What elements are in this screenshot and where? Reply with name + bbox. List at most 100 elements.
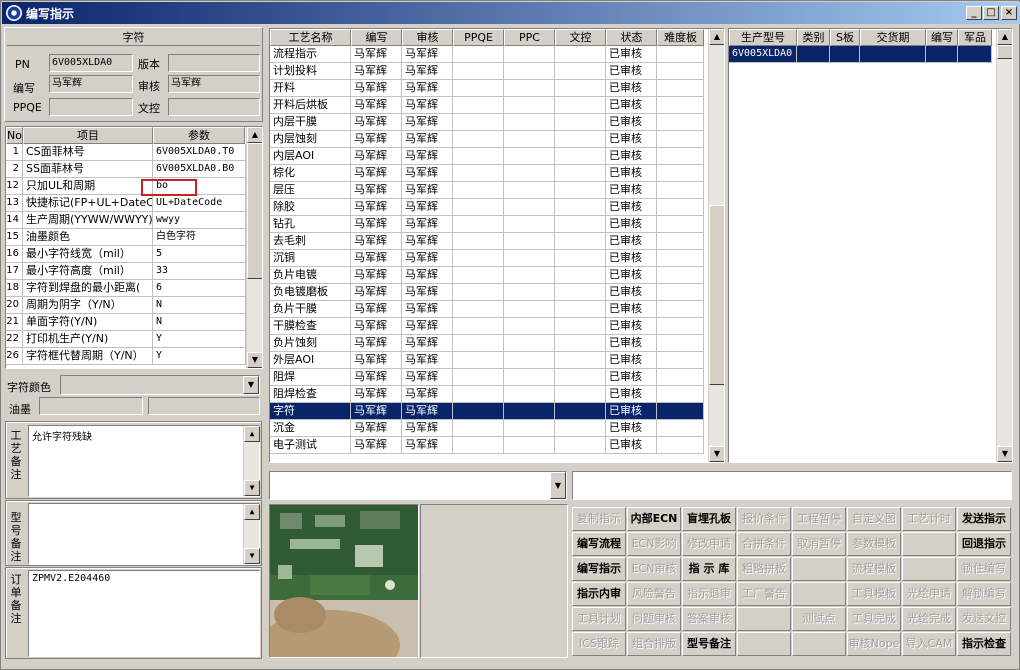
action-button[interactable]: 工具完成 [847,607,901,631]
process-col-header[interactable]: 状态 [606,29,657,46]
scroll-up-icon[interactable]: ▲ [247,127,262,143]
process-row[interactable]: 干膜检查 马军辉 马军辉 已审核 [270,318,704,335]
process-row[interactable]: 除胶 马军辉 马军辉 已审核 [270,199,704,216]
action-button[interactable]: 发送指示 [957,507,1011,531]
action-button[interactable]: 粗略拼板 [737,557,791,581]
action-button[interactable]: 审核Nope [847,632,901,656]
param-col-item[interactable]: 项目 [23,127,153,144]
param-row[interactable]: 14 生产周期(YYWW/WWYY) wwyy [6,212,246,229]
action-button[interactable]: 测试点 [792,607,846,631]
action-button[interactable]: 工具计划 [572,607,626,631]
process-col-header[interactable]: 工艺名称 [270,29,351,46]
process-row[interactable]: 钻孔 马军辉 马军辉 已审核 [270,216,704,233]
process-row[interactable]: 内层干膜 马军辉 马军辉 已审核 [270,114,704,131]
action-button[interactable]: 取消暂停 [792,532,846,556]
scroll-up-icon[interactable]: ▲ [244,426,260,442]
process-col-header[interactable]: PPQE [453,29,504,46]
process-row[interactable]: 层压 马军辉 马军辉 已审核 [270,182,704,199]
scroll-down-icon[interactable]: ▼ [244,480,260,496]
model-col-header[interactable]: 交货期 [860,29,926,46]
action-button[interactable]: 光绘申请 [902,582,956,606]
model-note-scrollbar[interactable]: ▲ ▼ [243,504,260,564]
scroll-up-icon[interactable]: ▲ [997,29,1012,45]
scroll-down-icon[interactable]: ▼ [997,446,1012,462]
model-row[interactable]: 6V005XLDA0 [729,46,992,63]
action-button[interactable]: 指示检查 [957,632,1011,656]
action-button[interactable]: 合拼条件 [737,532,791,556]
action-button[interactable]: 报价条件 [737,507,791,531]
scroll-down-icon[interactable]: ▼ [709,446,724,462]
ink-field-1[interactable] [39,397,143,415]
model-scrollbar[interactable]: ▲ ▼ [996,29,1012,462]
param-row[interactable]: 1 CS面菲林号 6V005XLDA0.T0 [6,144,246,161]
model-note-text[interactable]: ▲ ▼ [28,503,260,565]
model-col-header[interactable]: S板 [830,29,860,46]
param-row[interactable]: 17 最小字符高度（mil） 33 [6,263,246,280]
param-row[interactable]: 12 只加UL和周期 bo [6,178,246,195]
process-scrollbar[interactable]: ▲ ▼ [708,29,724,462]
process-row[interactable]: 计划投料 马军辉 马军辉 已审核 [270,63,704,80]
action-button[interactable]: 解锁编写 [957,582,1011,606]
action-button[interactable]: 回退指示 [957,532,1011,556]
action-button[interactable]: 指示内审 [572,582,626,606]
process-row[interactable]: 开料后烘板 马军辉 马军辉 已审核 [270,97,704,114]
action-button[interactable]: 光绘完成 [902,607,956,631]
action-button[interactable]: 锁住编写 [957,557,1011,581]
doc-control-field[interactable] [168,98,260,116]
action-button[interactable]: ECN审核 [627,557,681,581]
scroll-thumb[interactable] [709,205,724,385]
action-button[interactable]: 自定义图 [847,507,901,531]
process-col-header[interactable]: 难度板 [657,29,704,46]
action-button[interactable]: 内部ECN [627,507,681,531]
param-row[interactable]: 21 单面字符(Y/N) N [6,314,246,331]
action-button[interactable]: 指示退审 [682,582,736,606]
process-row[interactable]: 去毛刺 马军辉 马军辉 已审核 [270,233,704,250]
param-col-no[interactable]: No [6,127,23,144]
action-button[interactable]: 型号备注 [682,632,736,656]
scroll-down-icon[interactable]: ▼ [244,548,260,564]
process-note-scrollbar[interactable]: ▲ ▼ [243,426,260,496]
action-button[interactable]: ECN影响 [627,532,681,556]
param-scrollbar[interactable]: ▲ ▼ [246,127,262,368]
action-button[interactable]: ICS跟踪 [572,632,626,656]
process-row[interactable]: 开料 马军辉 马军辉 已审核 [270,80,704,97]
process-row[interactable]: 字符 马军辉 马军辉 已审核 [270,403,704,420]
process-row[interactable]: 内层蚀刻 马军辉 马军辉 已审核 [270,131,704,148]
action-button[interactable]: 工艺计时 [902,507,956,531]
model-col-header[interactable]: 军品 [958,29,992,46]
action-button[interactable]: 组合排版 [627,632,681,656]
search-input[interactable] [572,471,1012,500]
scroll-thumb[interactable] [247,143,262,279]
process-note-text[interactable]: 允许字符残缺 ▲ ▼ [28,425,260,497]
process-row[interactable]: 负电镀磨板 马军辉 马军辉 已审核 [270,284,704,301]
process-row[interactable]: 沉金 马军辉 马军辉 已审核 [270,420,704,437]
process-row[interactable]: 阻焊 马军辉 马军辉 已审核 [270,369,704,386]
param-row[interactable]: 2 SS面菲林号 6V005XLDA0.B0 [6,161,246,178]
char-color-select[interactable]: ▼ [60,375,260,395]
scroll-up-icon[interactable]: ▲ [244,504,260,520]
process-row[interactable]: 负片蚀刻 马军辉 马军辉 已审核 [270,335,704,352]
process-row[interactable]: 外层AOI 马军辉 马军辉 已审核 [270,352,704,369]
action-button[interactable]: 编写流程 [572,532,626,556]
pn-field[interactable]: 6V005XLDA0 [49,54,133,72]
action-button[interactable]: 工厂警告 [737,582,791,606]
process-col-header[interactable]: 审核 [402,29,453,46]
process-row[interactable]: 负片干膜 马军辉 马军辉 已审核 [270,301,704,318]
param-row[interactable]: 15 油墨颜色 白色字符 [6,229,246,246]
maximize-button[interactable]: □ [983,6,999,20]
process-col-header[interactable]: 编写 [351,29,402,46]
param-row[interactable]: 20 周期为阴字（Y/N） N [6,297,246,314]
model-col-header[interactable]: 类别 [797,29,830,46]
process-row[interactable]: 阻焊检查 马军辉 马军辉 已审核 [270,386,704,403]
minimize-button[interactable]: _ [966,6,982,20]
action-button[interactable]: 风险警告 [627,582,681,606]
order-note-text[interactable]: ZPMV2.E204460 [28,570,260,657]
param-row[interactable]: 13 快捷标记(FP+UL+DateCo UL+DateCode [6,195,246,212]
action-button[interactable]: 指 示 库 [682,557,736,581]
action-button[interactable]: 问题审核 [627,607,681,631]
process-row[interactable]: 内层AOI 马军辉 马军辉 已审核 [270,148,704,165]
version-field[interactable] [168,54,260,72]
action-button[interactable]: 参数模板 [847,532,901,556]
action-button[interactable]: 发送文控 [957,607,1011,631]
action-button[interactable]: 导入CAM [902,632,956,656]
